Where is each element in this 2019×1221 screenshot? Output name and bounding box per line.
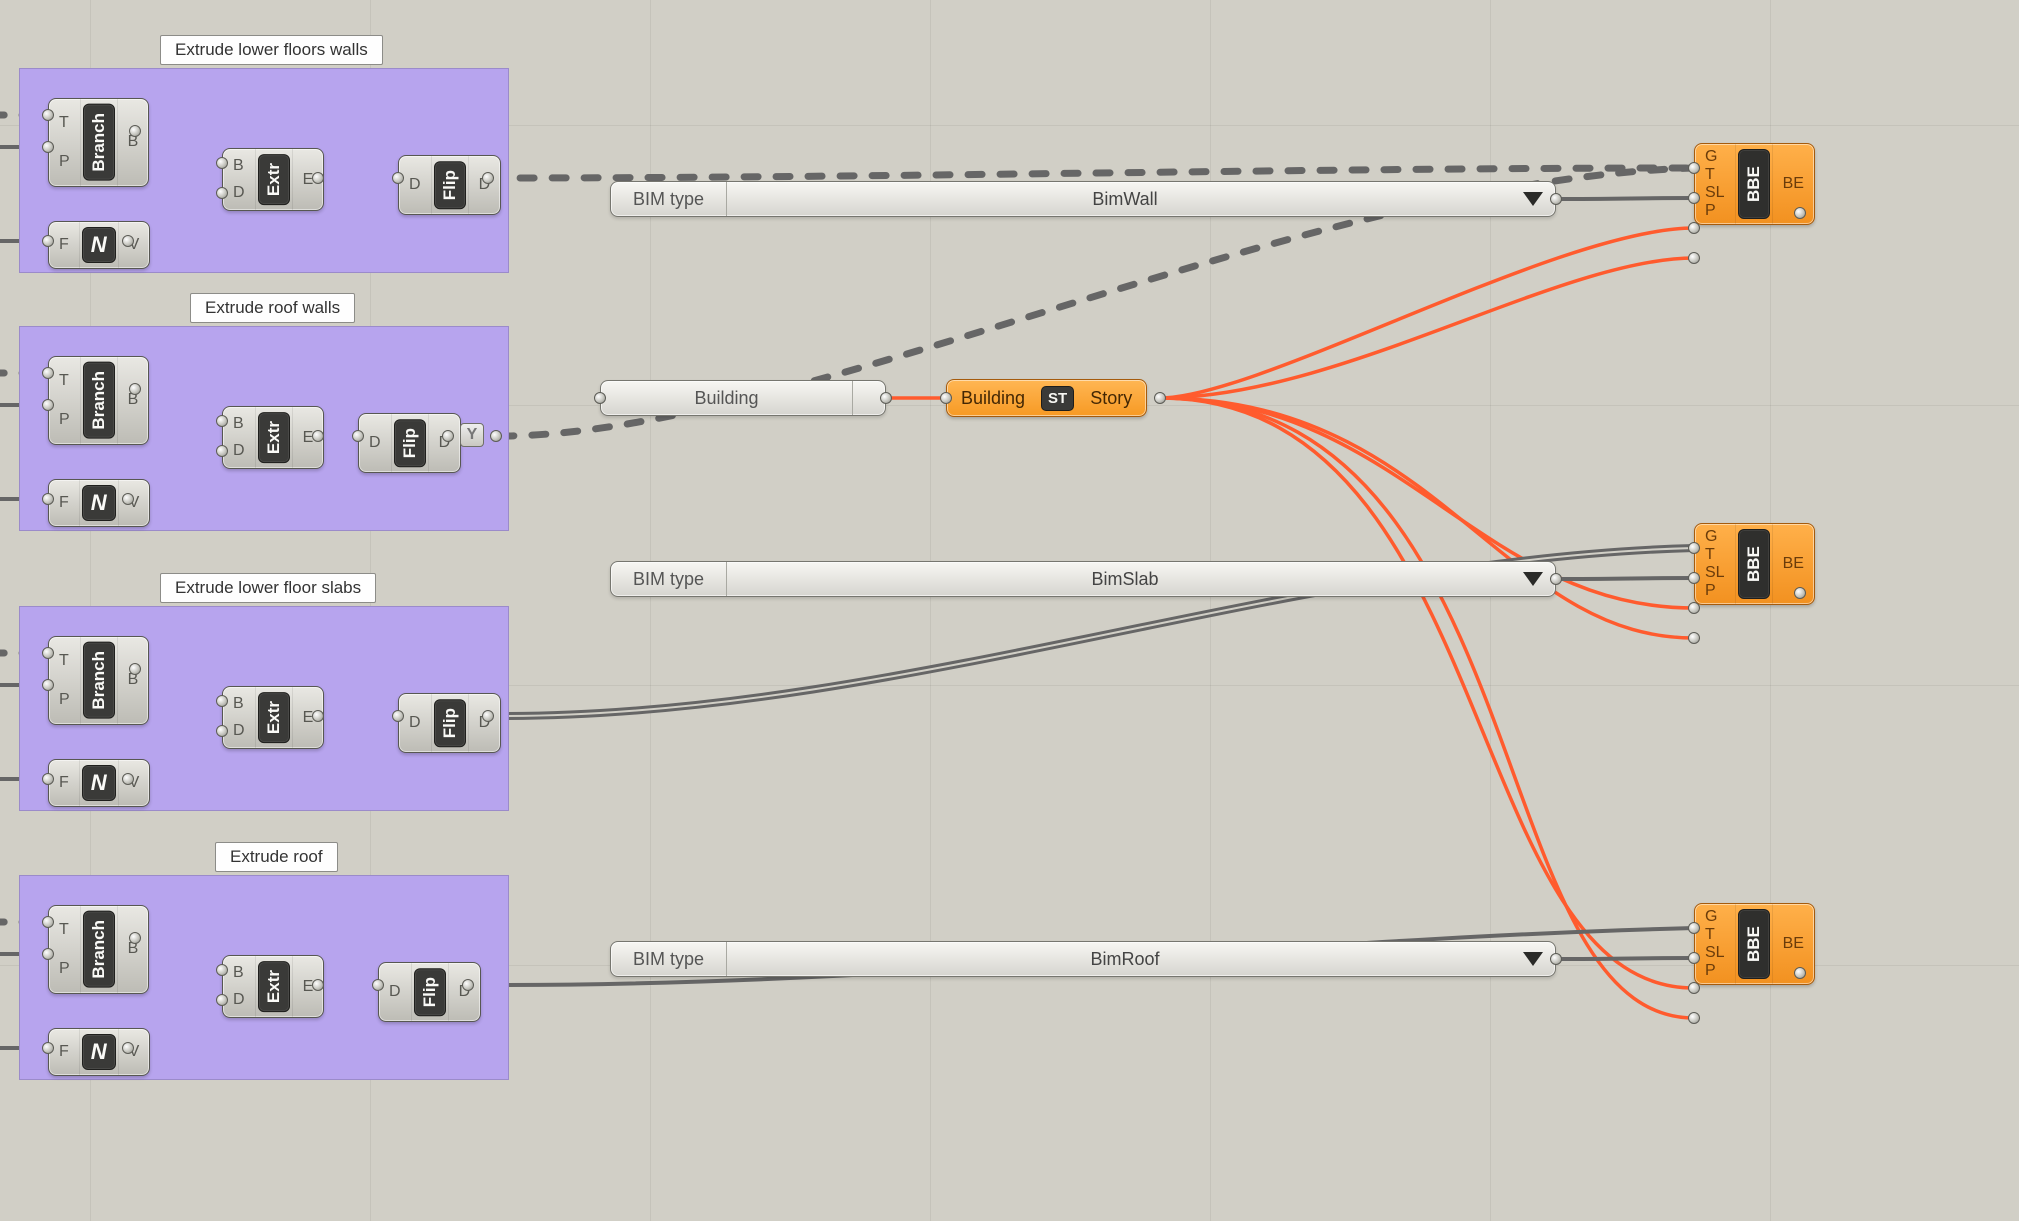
panel-label: BIM type	[611, 942, 727, 976]
building-input-panel[interactable]: Building	[600, 380, 886, 416]
extr-core: Extr	[258, 961, 290, 1012]
extrude-component[interactable]: BD Extr E	[222, 406, 324, 469]
group-label: Extrude roof	[215, 842, 338, 872]
extr-core: Extr	[258, 692, 290, 743]
negative-component[interactable]: F N V	[48, 479, 150, 527]
flip-core: Flip	[434, 161, 466, 209]
port-be[interactable]: BE	[1783, 555, 1804, 573]
flip-core: Flip	[394, 419, 426, 467]
port-g[interactable]: G	[1705, 148, 1725, 166]
port-d[interactable]: D	[369, 434, 381, 452]
port-story[interactable]: Story	[1076, 388, 1146, 409]
port-f[interactable]: F	[59, 774, 69, 792]
flip-component[interactable]: D Flip D	[378, 962, 481, 1022]
port-sl[interactable]: SL	[1705, 944, 1725, 962]
neg-core-icon: N	[82, 485, 116, 521]
neg-core-icon: N	[82, 1034, 116, 1070]
port-sl[interactable]: SL	[1705, 564, 1725, 582]
port-t[interactable]: T	[59, 372, 70, 390]
branch-core: Branch	[83, 911, 115, 988]
negative-component[interactable]: F N V	[48, 221, 150, 269]
bbe-core: BBE	[1738, 149, 1770, 219]
bbe-core: BBE	[1738, 909, 1770, 979]
bim-type-dropdown-slab[interactable]: BIM type BimSlab	[610, 561, 1556, 597]
port-b[interactable]: B	[233, 695, 245, 713]
port-b[interactable]: B	[233, 157, 245, 175]
flip-core: Flip	[434, 699, 466, 747]
extrude-component[interactable]: BD Extr E	[222, 148, 324, 211]
flip-component[interactable]: D Flip D	[358, 413, 461, 473]
port-t[interactable]: T	[59, 921, 70, 939]
port-b[interactable]: B	[233, 964, 245, 982]
port-t[interactable]: T	[59, 114, 70, 132]
port-be[interactable]: BE	[1783, 175, 1804, 193]
port-d[interactable]: D	[409, 176, 421, 194]
branch-core: Branch	[83, 642, 115, 719]
port-p[interactable]: P	[1705, 582, 1725, 600]
bim-type-dropdown-wall[interactable]: BIM type BimWall	[610, 181, 1556, 217]
extrude-component[interactable]: BD Extr E	[222, 955, 324, 1018]
port-t[interactable]: T	[1705, 546, 1725, 564]
port-f[interactable]: F	[59, 236, 69, 254]
port-p[interactable]: P	[59, 691, 70, 709]
branch-component[interactable]: TP Branch B	[48, 905, 149, 994]
panel-value: BimSlab	[727, 562, 1523, 596]
port-d[interactable]: D	[233, 442, 245, 460]
port-d[interactable]: D	[409, 714, 421, 732]
port-g[interactable]: G	[1705, 528, 1725, 546]
port-p[interactable]: P	[59, 960, 70, 978]
bbe-core: BBE	[1738, 529, 1770, 599]
chevron-down-icon	[1523, 952, 1543, 966]
negative-component[interactable]: F N V	[48, 759, 150, 807]
group-label: Extrude lower floors walls	[160, 35, 383, 65]
port-d[interactable]: D	[233, 184, 245, 202]
port-t[interactable]: T	[1705, 926, 1725, 944]
port-p[interactable]: P	[1705, 202, 1725, 220]
group-label: Extrude lower floor slabs	[160, 573, 376, 603]
extr-core: Extr	[258, 412, 290, 463]
port-sl[interactable]: SL	[1705, 184, 1725, 202]
neg-core-icon: N	[82, 227, 116, 263]
port-g[interactable]: G	[1705, 908, 1725, 926]
port-building[interactable]: Building	[947, 388, 1039, 409]
panel-label: BIM type	[611, 562, 727, 596]
group-label: Extrude roof walls	[190, 293, 355, 323]
port-f[interactable]: F	[59, 494, 69, 512]
flip-component[interactable]: D Flip D	[398, 155, 501, 215]
story-component[interactable]: Building ST Story	[946, 379, 1147, 417]
story-core: ST	[1041, 386, 1074, 411]
panel-label: Building	[601, 381, 853, 415]
port-be[interactable]: BE	[1783, 935, 1804, 953]
port-p[interactable]: P	[1705, 962, 1725, 980]
panel-label: BIM type	[611, 182, 727, 216]
flip-core: Flip	[414, 968, 446, 1016]
branch-core: Branch	[83, 362, 115, 439]
branch-component[interactable]: TP Branch B	[48, 356, 149, 445]
port-b[interactable]: B	[233, 415, 245, 433]
negative-component[interactable]: F N V	[48, 1028, 150, 1076]
graft-toggle[interactable]: Y	[460, 423, 484, 447]
port-t[interactable]: T	[1705, 166, 1725, 184]
neg-core-icon: N	[82, 765, 116, 801]
port-d[interactable]: D	[233, 991, 245, 1009]
port-p[interactable]: P	[59, 411, 70, 429]
panel-value: BimWall	[727, 182, 1523, 216]
port-d[interactable]: D	[389, 983, 401, 1001]
extrude-component[interactable]: BD Extr E	[222, 686, 324, 749]
chevron-down-icon	[1523, 192, 1543, 206]
branch-component[interactable]: TP Branch B	[48, 98, 149, 187]
port-d[interactable]: D	[233, 722, 245, 740]
chevron-down-icon	[1523, 572, 1543, 586]
port-f[interactable]: F	[59, 1043, 69, 1061]
flip-component[interactable]: D Flip D	[398, 693, 501, 753]
panel-value: BimRoof	[727, 942, 1523, 976]
port-p[interactable]: P	[59, 153, 70, 171]
bim-type-dropdown-roof[interactable]: BIM type BimRoof	[610, 941, 1556, 977]
branch-core: Branch	[83, 104, 115, 181]
extr-core: Extr	[258, 154, 290, 205]
port-t[interactable]: T	[59, 652, 70, 670]
branch-component[interactable]: TP Branch B	[48, 636, 149, 725]
